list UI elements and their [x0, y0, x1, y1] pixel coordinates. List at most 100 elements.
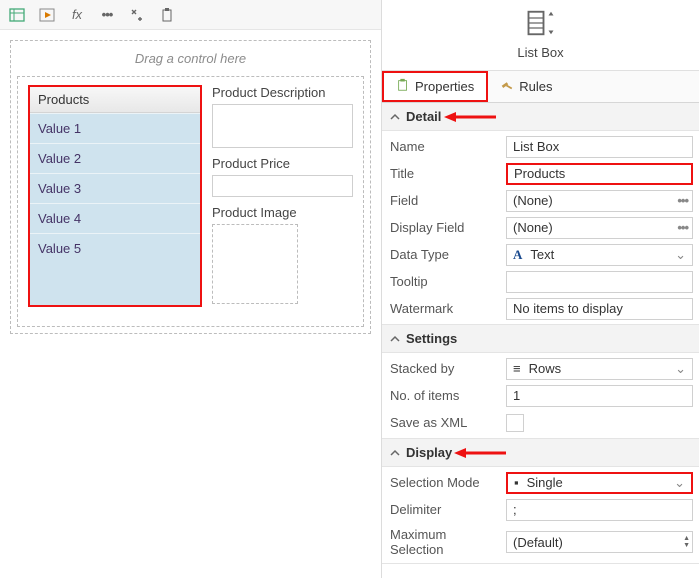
prop-title: Title Products [382, 160, 699, 187]
annotation-arrow-icon [454, 446, 508, 460]
prop-display-field-picker[interactable]: (None) ••• [506, 217, 693, 239]
toolbar-fx-icon[interactable]: fx [68, 6, 86, 24]
prop-delimiter-label: Delimiter [382, 498, 506, 521]
section-detail: Detail Name List Box Title Products Fiel… [382, 103, 699, 325]
properties-pane: List Box Properties Rules Detail Name [382, 0, 699, 578]
prop-stacked-select[interactable]: ≡ Rows ⌄ [506, 358, 693, 380]
section-display-label: Display [406, 445, 452, 460]
prop-selection-mode: Selection Mode ▪Single⌄ [382, 469, 699, 496]
prop-field-value: (None) [513, 193, 553, 208]
prop-display-field-label: Display Field [382, 216, 506, 239]
list-item[interactable]: Value 5 [30, 233, 200, 263]
app-root: fx ••• Drag a control here Products Valu… [0, 0, 699, 578]
toolbar-clipboard-icon[interactable] [158, 6, 176, 24]
chevron-down-icon[interactable]: ▼ [683, 542, 690, 549]
section-display-header[interactable]: Display [382, 439, 699, 467]
prop-stacked-label: Stacked by [382, 357, 506, 380]
prop-display-field-value: (None) [513, 220, 553, 235]
text-type-icon: A [513, 247, 522, 263]
product-description-block: Product Description [212, 85, 353, 148]
section-detail-label: Detail [406, 109, 441, 124]
tab-rules[interactable]: Rules [488, 71, 564, 102]
prop-watermark: Watermark No items to display [382, 295, 699, 322]
product-price-block: Product Price [212, 156, 353, 197]
design-pane: fx ••• Drag a control here Products Valu… [0, 0, 382, 578]
prop-noitems-input[interactable]: 1 [506, 385, 693, 407]
prop-tooltip-label: Tooltip [382, 270, 506, 293]
prop-delimiter: Delimiter ; [382, 496, 699, 523]
rows-icon: ≡ [513, 361, 521, 376]
design-toolbar: fx ••• [0, 0, 381, 30]
prop-data-type-label: Data Type [382, 243, 506, 266]
design-canvas[interactable]: Drag a control here Products Value 1 Val… [10, 40, 371, 334]
ellipsis-icon[interactable]: ••• [677, 193, 688, 208]
listbox-body-empty [30, 263, 200, 305]
product-price-label: Product Price [212, 156, 353, 171]
prop-savexml-checkbox[interactable] [506, 414, 524, 432]
prop-title-input[interactable]: Products [506, 163, 693, 185]
control-title: List Box [517, 45, 563, 60]
prop-delimiter-input[interactable]: ; [506, 499, 693, 521]
toolbar-more-icon[interactable]: ••• [98, 6, 116, 24]
list-item[interactable]: Value 1 [30, 113, 200, 143]
prop-data-type-value: Text [530, 247, 554, 262]
prop-field-label: Field [382, 189, 506, 212]
prop-noitems-label: No. of items [382, 384, 506, 407]
prop-tooltip: Tooltip [382, 268, 699, 295]
drag-hint: Drag a control here [17, 47, 364, 76]
prop-noitems: No. of items 1 [382, 382, 699, 409]
toolbar-split-icon[interactable] [128, 6, 146, 24]
section-settings-label: Settings [406, 331, 457, 346]
prop-data-type-select[interactable]: AText⌄ [506, 244, 693, 266]
prop-name-value: List Box [513, 139, 559, 154]
prop-savexml-label: Save as XML [382, 411, 506, 434]
product-price-input[interactable] [212, 175, 353, 197]
ellipsis-icon[interactable]: ••• [677, 220, 688, 235]
chevron-up-icon [390, 112, 400, 122]
prop-field: Field (None) ••• [382, 187, 699, 214]
design-row: Products Value 1 Value 2 Value 3 Value 4… [17, 76, 364, 327]
detail-grid: Name List Box Title Products Field (None… [382, 131, 699, 324]
prop-watermark-input[interactable]: No items to display [506, 298, 693, 320]
prop-max-selection-stepper[interactable]: (Default)▲▼ [506, 531, 693, 553]
single-mode-icon: ▪ [514, 475, 519, 490]
prop-selection-mode-select[interactable]: ▪Single⌄ [506, 472, 693, 494]
listbox-icon [526, 8, 556, 41]
section-detail-header[interactable]: Detail [382, 103, 699, 131]
listbox-control[interactable]: Products Value 1 Value 2 Value 3 Value 4… [28, 85, 202, 307]
list-item[interactable]: Value 3 [30, 173, 200, 203]
gavel-icon [500, 78, 514, 95]
list-item[interactable]: Value 2 [30, 143, 200, 173]
chevron-up-icon[interactable]: ▲ [683, 535, 690, 542]
prop-field-picker[interactable]: (None) ••• [506, 190, 693, 212]
prop-watermark-label: Watermark [382, 297, 506, 320]
prop-title-label: Title [382, 162, 506, 185]
annotation-arrow-icon [444, 110, 498, 124]
prop-name-label: Name [382, 135, 506, 158]
product-image-box[interactable] [212, 224, 298, 304]
prop-name: Name List Box [382, 133, 699, 160]
prop-delimiter-value: ; [513, 502, 517, 517]
prop-watermark-value: No items to display [513, 301, 623, 316]
product-description-textarea[interactable] [212, 104, 353, 148]
list-item[interactable]: Value 4 [30, 203, 200, 233]
section-settings-header[interactable]: Settings [382, 325, 699, 353]
toolbar-view-icon[interactable] [38, 6, 56, 24]
section-display: Display Selection Mode ▪Single⌄ Delimite… [382, 439, 699, 564]
stepper-buttons[interactable]: ▲▼ [683, 535, 690, 549]
toolbar-table-icon[interactable] [8, 6, 26, 24]
prop-savexml: Save as XML [382, 409, 699, 436]
prop-max-selection: Maximum Selection (Default)▲▼ [382, 523, 699, 561]
chevron-down-icon: ⌄ [675, 361, 686, 377]
prop-stacked-value: Rows [529, 361, 562, 376]
chevron-down-icon: ⌄ [674, 475, 685, 491]
prop-tooltip-input[interactable] [506, 271, 693, 293]
display-grid: Selection Mode ▪Single⌄ Delimiter ; Maxi… [382, 467, 699, 563]
listbox-column: Products Value 1 Value 2 Value 3 Value 4… [28, 85, 202, 312]
prop-display-field: Display Field (None) ••• [382, 214, 699, 241]
prop-name-input[interactable]: List Box [506, 136, 693, 158]
tab-properties[interactable]: Properties [382, 71, 488, 102]
prop-stacked: Stacked by ≡ Rows ⌄ [382, 355, 699, 382]
prop-data-type: Data Type AText⌄ [382, 241, 699, 268]
product-image-block: Product Image [212, 205, 353, 304]
